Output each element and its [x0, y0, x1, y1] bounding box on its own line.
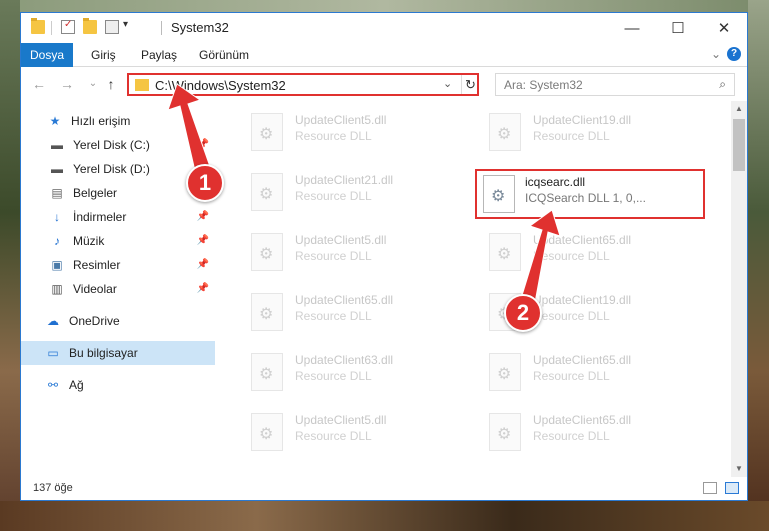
step-1-badge: 1 — [186, 164, 224, 202]
annotation-arrows — [167, 83, 561, 309]
step-2-badge: 2 — [504, 294, 542, 332]
